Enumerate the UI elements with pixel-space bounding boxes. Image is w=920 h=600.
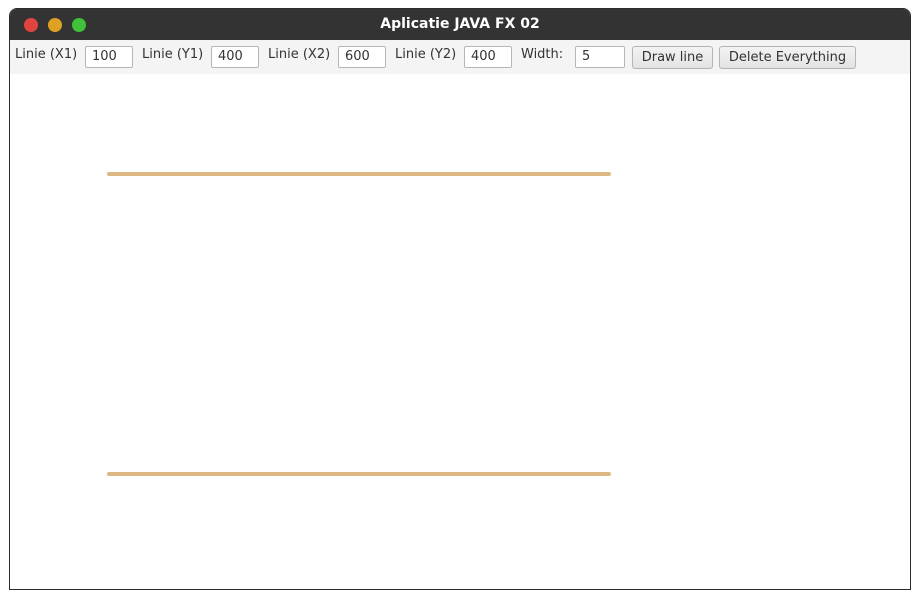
drawn-line-2 (107, 471, 611, 476)
draw-line-button[interactable]: Draw line (632, 46, 713, 69)
title-bar[interactable]: Aplicatie JAVA FX 02 (10, 9, 910, 40)
y2-label: Linie (Y2) (395, 47, 457, 62)
y2-input[interactable]: 400 (464, 46, 512, 68)
width-input[interactable]: 5 (575, 46, 625, 68)
drawing-canvas[interactable] (10, 74, 910, 589)
toolbar: Linie (X1) 100 Linie (Y1) 400 Linie (X2)… (10, 40, 910, 74)
drawn-line-1 (107, 171, 611, 176)
y1-input[interactable]: 400 (211, 46, 259, 68)
x1-input[interactable]: 100 (85, 46, 133, 68)
x2-input[interactable]: 600 (338, 46, 386, 68)
width-label: Width: (521, 47, 564, 62)
x1-label: Linie (X1) (15, 47, 78, 62)
delete-everything-button[interactable]: Delete Everything (719, 46, 856, 69)
y1-label: Linie (Y1) (142, 47, 204, 62)
x2-label: Linie (X2) (268, 47, 331, 62)
app-window: Aplicatie JAVA FX 02 Linie (X1) 100 Lini… (9, 8, 911, 590)
window-title: Aplicatie JAVA FX 02 (380, 16, 540, 32)
